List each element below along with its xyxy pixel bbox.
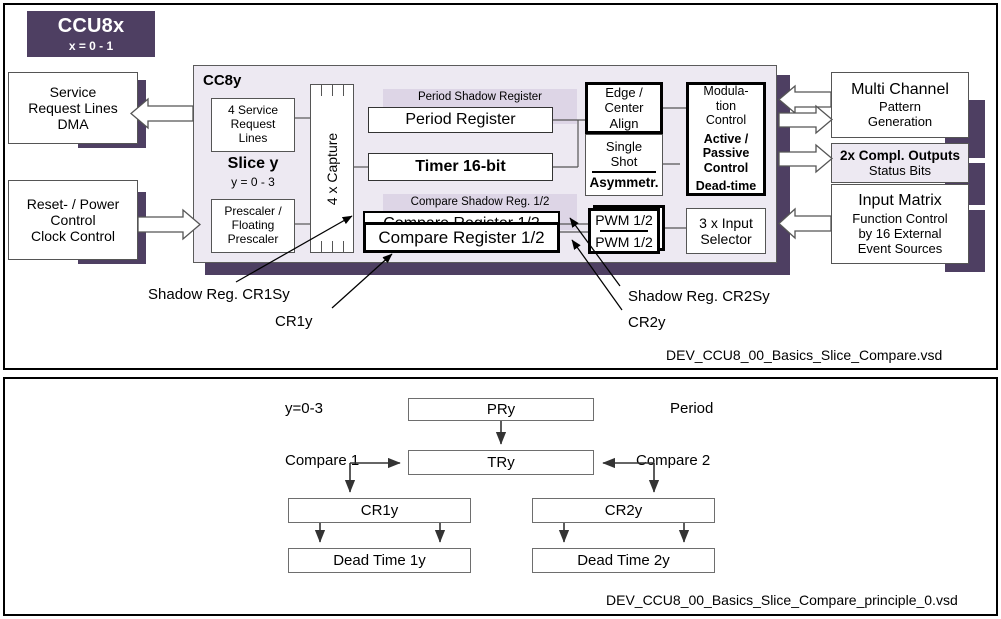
annotation-cr2y: CR2y	[628, 314, 666, 331]
timer-label: Timer 16-bit	[415, 157, 506, 175]
edge-line-3: Align	[609, 115, 639, 131]
block-service-request-lines: Service Request Lines DMA	[8, 72, 138, 144]
capture-tick-4	[321, 241, 322, 252]
srl-line-3: Lines	[238, 130, 268, 145]
asymmetr-label: Asymmetr.	[589, 175, 659, 191]
slice-y-range: y = 0 - 3	[231, 175, 275, 189]
service-line-1: Service	[49, 83, 97, 100]
reset-line-2: Control	[50, 211, 96, 228]
active-passive-line-2: Passive	[702, 146, 750, 161]
box-4-service-request-lines: 4 Service Request Lines	[211, 98, 295, 152]
block-multi-channel: Multi Channel Pattern Generation	[831, 72, 969, 138]
bottom-compare1-label: Compare 1	[285, 452, 360, 469]
compare-register-callout-label: Compare Register 1/2	[378, 227, 545, 247]
ccu8x-variant: x = 0 - 1	[68, 38, 114, 53]
service-line-2: Request Lines	[28, 99, 118, 116]
box-single-shot-asymmetr: Single Shot Asymmetr.	[585, 134, 663, 196]
reset-line-1: Reset- / Power	[26, 195, 120, 212]
modulation-line-2: tion	[715, 98, 737, 113]
multi-channel-line-1: Pattern	[879, 99, 921, 115]
input-matrix-line-3: Event Sources	[857, 240, 943, 256]
deadtime2-label: Dead Time 2y	[577, 552, 670, 569]
prescaler-line-2: Floating	[231, 218, 275, 233]
block-compl-outputs: 2x Compl. Outputs Status Bits	[831, 143, 969, 183]
bottom-compare2-label: Compare 2	[636, 452, 711, 469]
input-matrix-title: Input Matrix	[858, 192, 942, 210]
reset-line-3: Clock Control	[30, 228, 116, 245]
input-matrix-line-2: by 16 External	[858, 225, 942, 241]
period-register-label: Period Register	[405, 110, 516, 128]
single-shot-divider	[592, 171, 656, 174]
srl-line-1: 4 Service	[227, 103, 279, 118]
modulation-line-1: Modula-	[703, 84, 749, 99]
compl-outputs-line-1: Status Bits	[868, 163, 932, 179]
bottom-box-cr1y: CR1y	[288, 498, 471, 523]
bottom-box-try: TRy	[408, 450, 594, 475]
capture-tick-3	[343, 85, 344, 96]
try-label: TRy	[487, 454, 515, 471]
pwm-top-label: PWM 1/2	[595, 211, 653, 228]
single-shot-line-2: Shot	[610, 154, 638, 170]
cc8y-label: CC8y	[203, 72, 242, 89]
bottom-box-cr2y: CR2y	[532, 498, 715, 523]
box-input-selector: 3 x Input Selector	[686, 208, 766, 254]
block-input-matrix: Input Matrix Function Control by 16 Exte…	[831, 184, 969, 264]
compare-shadow-register-label: Compare Shadow Reg. 1/2	[410, 196, 550, 208]
period-shadow-register-label: Period Shadow Register	[417, 91, 542, 103]
annotation-shadow-reg-cr2sy: Shadow Reg. CR2Sy	[628, 288, 770, 305]
active-passive-line-3: Control	[703, 160, 749, 175]
box-pwm-outputs: PWM 1/2 PWM 1/2	[588, 208, 660, 254]
box-timer-16bit: Timer 16-bit	[368, 153, 553, 181]
box-prescaler: Prescaler / Floating Prescaler	[211, 199, 295, 253]
box-period-register: Period Register	[368, 107, 553, 133]
service-line-3: DMA	[57, 116, 89, 133]
dead-time-label: Dead-time	[695, 179, 757, 194]
edge-line-2: Center	[604, 100, 644, 116]
multi-channel-line-2: Generation	[867, 114, 933, 130]
bottom-box-deadtime2: Dead Time 2y	[532, 548, 715, 573]
bottom-box-deadtime1: Dead Time 1y	[288, 548, 471, 573]
multi-channel-title: Multi Channel	[851, 80, 949, 98]
bottom-period-label: Period	[670, 400, 714, 417]
pwm-bottom-label: PWM 1/2	[595, 234, 653, 250]
srl-line-2: Request	[230, 117, 276, 132]
capture-tick-1	[321, 85, 322, 96]
input-matrix-line-1: Function Control	[852, 210, 948, 226]
input-selector-line-2: Selector	[700, 231, 752, 247]
single-shot-line-1: Single	[605, 139, 643, 155]
box-compare-register-callout: Compare Register 1/2	[363, 222, 560, 253]
pwm-divider	[599, 230, 649, 232]
box-edge-center-align: Edge / Center Align	[585, 82, 663, 134]
bottom-file-caption: DEV_CCU8_00_Basics_Slice_Compare_princip…	[606, 592, 958, 608]
pry-label: PRy	[486, 401, 516, 418]
cr1y-box-label: CR1y	[360, 502, 399, 519]
annotation-shadow-reg-cr1sy: Shadow Reg. CR1Sy	[148, 286, 290, 303]
bottom-y-range: y=0-3	[285, 400, 323, 417]
diagram-canvas: CCU8x x = 0 - 1 Service Request Lines DM…	[0, 0, 1001, 619]
ccu8x-title-chip: CCU8x x = 0 - 1	[27, 11, 155, 57]
modulation-line-3: Control	[705, 113, 747, 128]
deadtime1-label: Dead Time 1y	[333, 552, 426, 569]
prescaler-line-1: Prescaler /	[224, 204, 282, 219]
annotation-cr1y: CR1y	[275, 313, 313, 330]
bottom-box-pry: PRy	[408, 398, 594, 421]
active-passive-line-1: Active /	[703, 131, 749, 146]
slice-y-label: Slice y	[227, 155, 279, 172]
prescaler-line-3: Prescaler	[227, 231, 279, 246]
ccu8x-title: CCU8x	[57, 14, 125, 37]
capture-tick-6	[343, 241, 344, 252]
input-selector-line-1: 3 x Input	[699, 214, 753, 231]
edge-line-1: Edge /	[605, 85, 643, 101]
block-reset-power-control: Reset- / Power Control Clock Control	[8, 180, 138, 260]
compl-outputs-title: 2x Compl. Outputs	[839, 147, 960, 163]
cr2y-box-label: CR2y	[604, 502, 643, 519]
capture-label: 4 x Capture	[324, 132, 340, 206]
box-modulation-control: Modula- tion Control Active / Passive Co…	[686, 82, 766, 196]
top-file-caption: DEV_CCU8_00_Basics_Slice_Compare.vsd	[666, 347, 943, 363]
